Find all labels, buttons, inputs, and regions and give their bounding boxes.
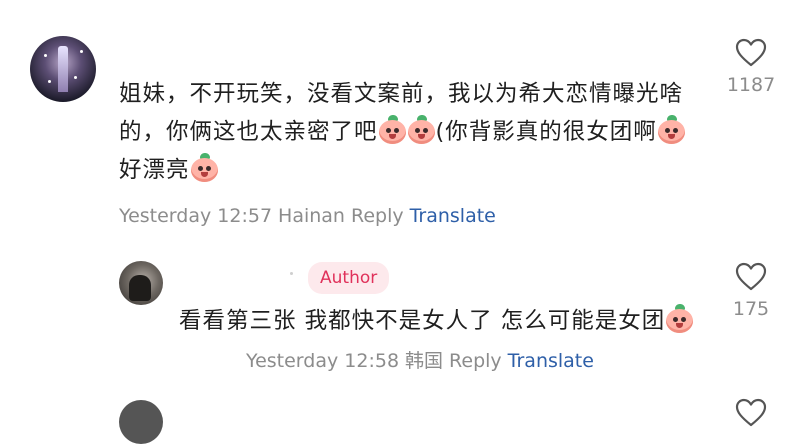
comment-text: 看看第三张 我都快不是女人了 怎么可能是女团 <box>179 302 699 340</box>
author-badge: Author <box>308 262 390 294</box>
heart-icon <box>735 398 767 427</box>
reply-button[interactable]: Reply <box>449 350 502 372</box>
like-button[interactable] <box>721 398 781 428</box>
translate-button[interactable]: Translate <box>410 205 496 227</box>
reply-button[interactable]: Reply <box>351 205 404 227</box>
translate-button[interactable]: Translate <box>508 350 594 372</box>
like-count: 1187 <box>726 74 776 96</box>
peach-shocked-emoji <box>190 153 218 182</box>
heart-icon <box>735 262 767 291</box>
username-placeholder <box>290 272 293 275</box>
comment-text-part: 看看第三张 我都快不是女人了 怎么可能是女团 <box>179 308 666 334</box>
peach-drool-emoji <box>657 115 685 144</box>
comment-timestamp: Yesterday 12:58 <box>246 350 400 372</box>
comment-location: Hainan <box>278 205 345 227</box>
peach-scream-emoji <box>407 115 435 144</box>
comment-text-part: 好漂亮 <box>119 157 190 183</box>
like-button[interactable]: 1187 <box>721 38 781 96</box>
comment-meta: Yesterday 12:57 Hainan Reply Translate <box>119 205 496 227</box>
comment-text-part: (你背影真的很女团啊 <box>435 119 657 145</box>
comment-timestamp: Yesterday 12:57 <box>119 205 273 227</box>
comment-text: 姐妹，不开玩笑，没看文案前，我以为希大恋情曝光啥的，你俩这也太亲密了吧 (你背影真… <box>119 75 699 189</box>
like-count: 175 <box>732 298 770 320</box>
heart-icon <box>735 38 767 67</box>
peach-scream-emoji <box>378 115 406 144</box>
commenter-avatar[interactable] <box>119 400 163 444</box>
comment-meta: Yesterday 12:58 韩国 Reply Translate <box>246 346 594 373</box>
peach-crying-laugh-emoji <box>666 304 694 333</box>
commenter-avatar[interactable] <box>119 261 163 305</box>
like-button[interactable]: 175 <box>721 262 781 320</box>
comment-location: 韩国 <box>405 350 444 372</box>
commenter-avatar[interactable] <box>30 36 96 102</box>
